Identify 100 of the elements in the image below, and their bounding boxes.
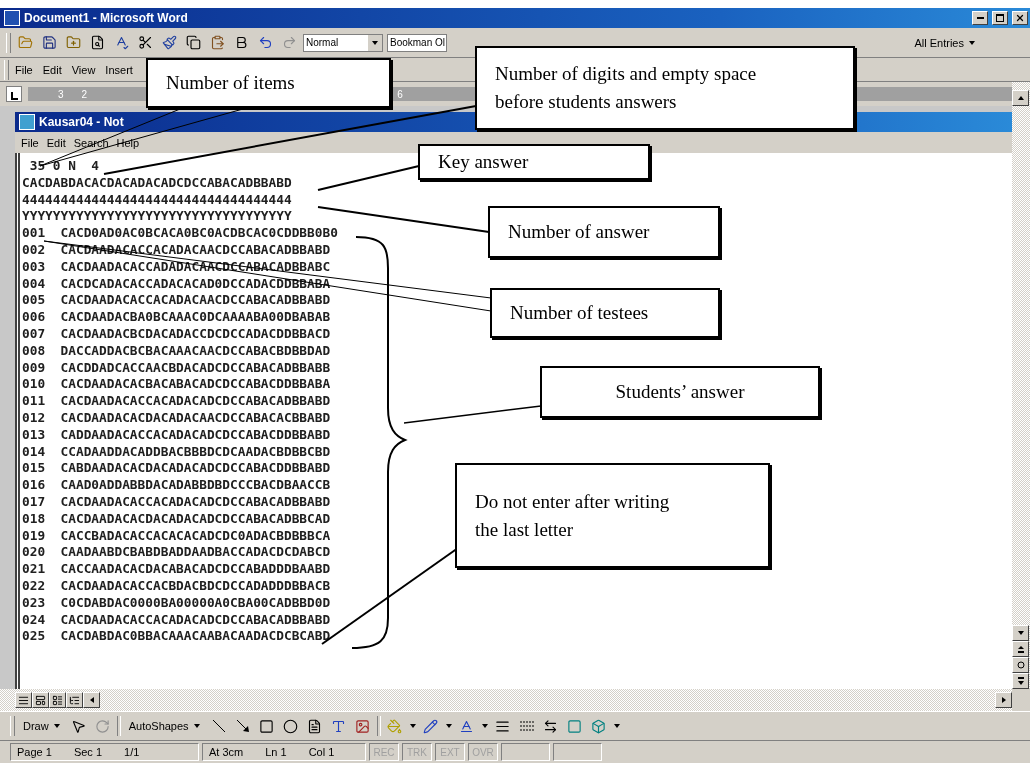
pages-status: 1/1 [124,746,140,758]
normal-view-button[interactable] [15,692,32,708]
callout-text: Number of digits and empty space before students answers [495,62,757,114]
menu-item[interactable]: Edit [38,63,66,76]
line-status: Ln 1 [265,746,287,758]
font-value: Bookman Ol [390,37,446,48]
student-line: 004 CACDCADACACCADACACAD0DCCADACDDBBABA [22,275,331,293]
line-icon [211,719,226,733]
oval-icon [283,718,299,734]
maximize-button[interactable] [992,11,1008,25]
layout-icon [35,694,46,706]
section-status: Sec 1 [73,746,102,758]
arrow-icon [235,719,250,733]
position-status: At 3cm [209,746,244,758]
double-down-arrow-icon [1016,676,1025,686]
callout-text: Key answer [438,150,529,174]
status-pane [501,743,550,761]
student-line: 005 CACDAADACACCACADACAACDCCABACADBBABD [22,292,331,310]
draw-menu-button[interactable]: Draw [19,720,65,732]
print-view-button[interactable] [49,692,66,708]
student-line: 017 CACDAADACACCACADACADCDCCABACADBBABD [22,493,331,511]
notepad-title: Kausar04 - Not [39,115,125,129]
pen-icon [423,718,439,734]
picture-icon [355,718,371,734]
rectangle-icon [259,718,275,734]
caret-icon [192,722,201,730]
student-line: 024 CACDAADACACCACADACADCDCCABACADBBABD [22,611,331,629]
copy-icon [185,35,201,50]
menu-item[interactable]: Edit [42,136,70,149]
text-box-icon [307,718,323,734]
vertical-scrollbar[interactable] [1012,82,1030,689]
autoshapes-button[interactable]: AutoShapes [124,720,205,732]
close-button[interactable] [1012,11,1028,25]
caret-icon [480,722,489,730]
redo-icon [281,35,297,50]
scroll-right-button[interactable] [995,692,1012,708]
minimize-icon [976,17,984,19]
scroll-up-button[interactable] [1012,90,1029,106]
style-value: Normal [306,37,339,48]
folder-icon [17,35,33,50]
menu-item[interactable]: Insert [101,63,137,76]
style-dropdown[interactable]: Normal [303,33,383,52]
caret-icon [52,722,61,730]
student-line: 008 DACCADDACBCBACAAACAACDCCABACBDBBDAD [22,342,331,360]
student-line: 009 CACDDADCACCAACBDACADCDCCABACADBBABB [22,359,331,377]
outline-view-button[interactable] [66,692,83,708]
font-color-icon [459,718,475,734]
circle-icon [1016,661,1025,669]
menu-item[interactable]: View [67,63,100,76]
student-line: 025 CACDABDAC0BBACAAACAABACAADACDCBCABD [22,628,331,646]
student-line: 019 CACCBADACACCACACACADCDC0ADACBDBBBCA [22,527,331,545]
callout-text: Do not enter after writing the last letter [475,489,670,542]
caret-icon [612,722,621,730]
caret-icon [968,38,976,47]
menu-item[interactable]: File [11,63,37,76]
caret-icon [408,722,417,730]
scissors-icon [137,35,153,50]
down-arrow-icon [1016,629,1025,637]
ruler-number: 6 [397,88,403,100]
horizontal-scrollbar[interactable] [0,689,1030,711]
previous-page-button[interactable] [1012,641,1029,657]
web-view-button[interactable] [32,692,49,708]
student-line: 007 CACDAADACBCDACADACCDCDCCADACDDBBACD [22,325,331,343]
student-line: 011 CACDAADACACCACADACADCDCCABACADBBABD [22,393,331,410]
callout-text: Number of testees [510,301,649,325]
student-line: 020 CAADAABDCBABDBADDAADBACCADACDCDABCD [22,544,331,562]
caret-icon [371,38,379,47]
wordart-icon [331,718,347,734]
student-line: 010 CACDAADACACBACABACADCDCCABACDDBBABA [22,376,331,394]
menu-item[interactable]: File [17,136,43,149]
maximize-icon [996,14,1004,22]
outline-icon [69,694,80,706]
window-title: Document1 - Microsoft Word [24,11,189,25]
dash-style-icon [519,720,534,732]
scroll-down-button[interactable] [1012,625,1029,641]
student-line: 015 CABDAADACACDACADACADCDCCABACDDBBABD [22,460,331,478]
next-page-button[interactable] [1012,673,1029,689]
column-status: Col 1 [308,746,335,758]
student-line: 022 CACDAADACACCACBDACBDCDCCADADDDBBACB [22,577,331,595]
student-line: 018 CACDAADACACDACADACADCDCCABACADBBCAD [22,510,331,528]
callout-text: Students’ answer [615,380,745,404]
minimize-button[interactable] [972,11,988,25]
key-answer-line: CACDABDACACDACADACADCDCCABACADBBABD [22,174,292,192]
callout-text: Number of items [166,71,295,95]
entries-dropdown[interactable]: All Entries [910,36,980,49]
notepad-app-icon [19,114,35,130]
tab-stop-selector[interactable] [6,86,22,102]
clipboard-icon [209,35,225,50]
scroll-left-button[interactable] [83,692,100,708]
page-status: Page 1 [17,746,52,758]
font-dropdown[interactable]: Bookman Ol [387,33,447,52]
student-line: 013 CADDAADACACCACADACADCDCCABACDDBBABD [22,426,331,444]
student-line: 023 C0CDABDAC0000BA00000A0CBA00CADBBD0D [22,594,331,612]
ruler-number: 3 [58,88,64,100]
close-icon [1015,13,1025,23]
browse-object-button[interactable] [1012,657,1029,673]
word-app-icon [4,10,20,26]
lines-icon [18,694,29,706]
folder-plus-icon [65,35,81,50]
cube-icon [591,718,607,734]
